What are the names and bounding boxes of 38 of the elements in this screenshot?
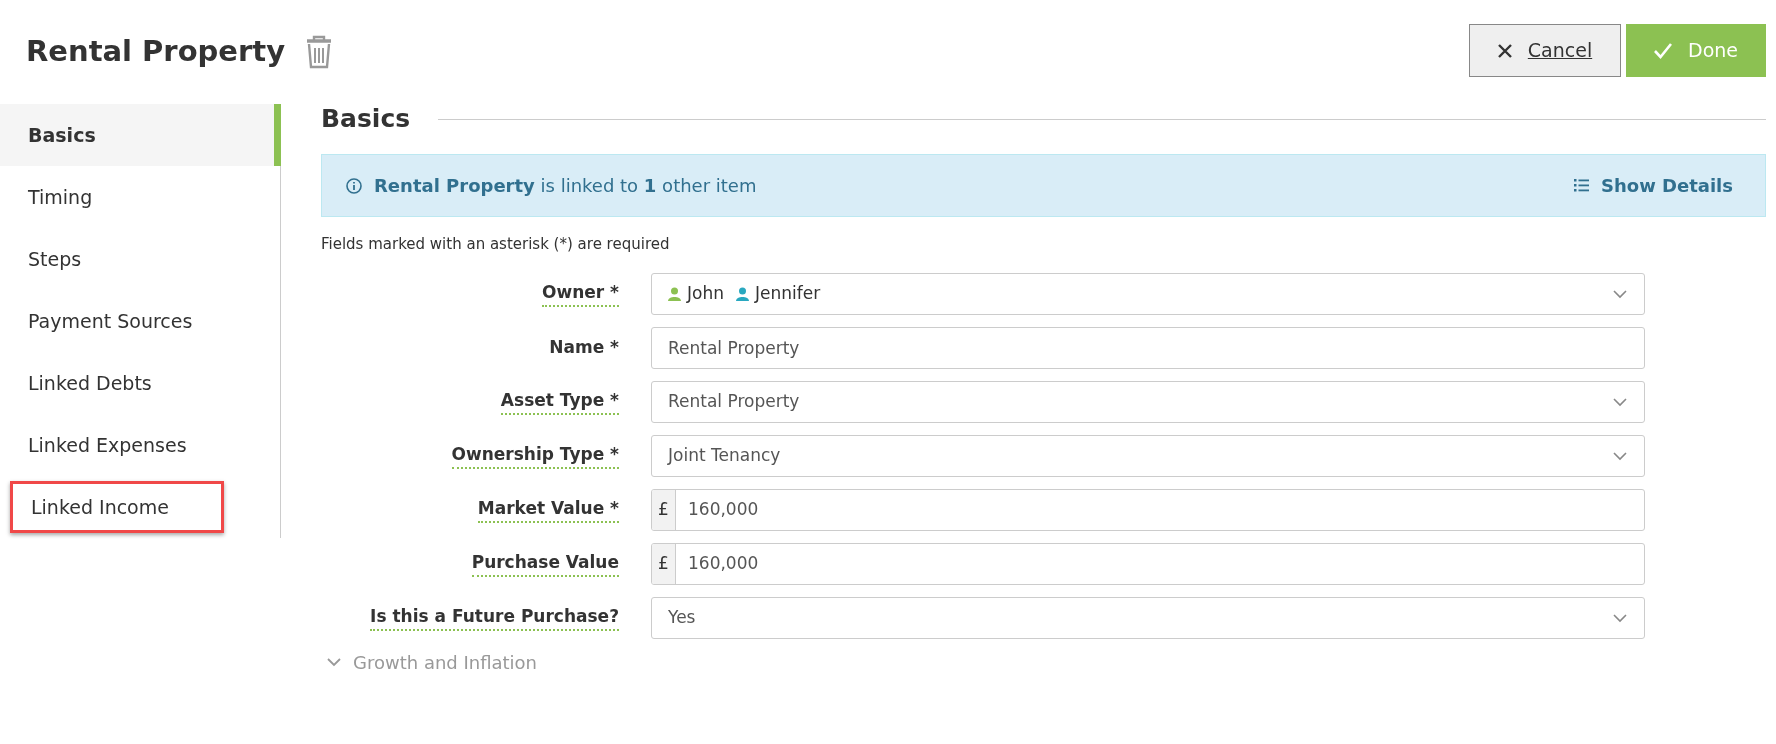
sidebar-item[interactable]: Steps bbox=[10, 233, 224, 285]
field-label: Market Value * bbox=[477, 495, 619, 524]
info-icon bbox=[346, 177, 362, 194]
page-title: Rental Property bbox=[26, 33, 286, 70]
required-note: Fields marked with an asterisk (*) are required bbox=[321, 234, 671, 255]
field-label: Purchase Value bbox=[471, 549, 619, 578]
select-field[interactable]: Yes bbox=[651, 596, 1645, 639]
chevron-down-icon bbox=[1612, 396, 1628, 407]
cancel-button[interactable]: Cancel bbox=[1469, 24, 1621, 77]
select-field[interactable]: Rental Property bbox=[651, 380, 1645, 423]
owner-name: John bbox=[687, 281, 724, 305]
sidebar-item[interactable]: Linked Debts bbox=[10, 357, 224, 409]
chevron-down-icon bbox=[1612, 450, 1628, 461]
section-title: Basics bbox=[321, 103, 411, 136]
currency-field[interactable]: £ 160,000 bbox=[651, 488, 1645, 531]
show-details-button[interactable]: Show Details bbox=[1574, 172, 1733, 199]
sidebar-item[interactable]: Timing bbox=[10, 171, 224, 223]
list-icon bbox=[1574, 179, 1589, 192]
trash-icon[interactable] bbox=[305, 34, 334, 69]
info-message: Rental Property is linked to 1 other item bbox=[374, 174, 757, 198]
check-icon bbox=[1654, 42, 1672, 59]
select-field[interactable]: Joint Tenancy bbox=[651, 434, 1645, 477]
owner-select[interactable]: John Jennifer bbox=[651, 272, 1645, 315]
chevron-down-icon[interactable] bbox=[327, 657, 341, 667]
sidebar-item[interactable]: Linked Expenses bbox=[10, 419, 224, 471]
owner-name: Jennifer bbox=[754, 281, 821, 305]
field-label: Is this a Future Purchase? bbox=[370, 603, 619, 632]
chevron-down-icon bbox=[1612, 288, 1628, 299]
close-icon bbox=[1497, 43, 1512, 58]
field-label: Name * bbox=[549, 335, 619, 359]
field-label: Asset Type * bbox=[500, 387, 619, 416]
field-label: Owner * bbox=[542, 279, 619, 308]
sidebar-item[interactable]: Linked Income bbox=[10, 481, 224, 533]
currency-field[interactable]: £ 160,000 bbox=[651, 542, 1645, 585]
field-label: Ownership Type * bbox=[451, 441, 619, 470]
sidebar-item[interactable]: Payment Sources bbox=[10, 295, 224, 347]
name-field[interactable]: Rental Property bbox=[651, 326, 1645, 369]
chevron-down-icon bbox=[1612, 612, 1628, 623]
